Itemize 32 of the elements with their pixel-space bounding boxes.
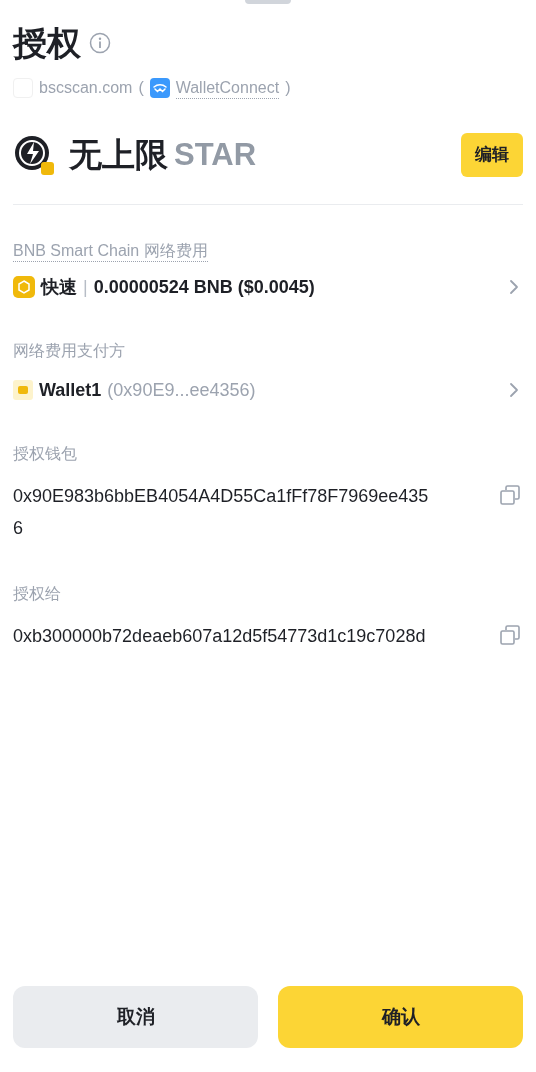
token-amount: 无上限 — [69, 135, 168, 175]
fee-value: 0.00000524 BNB ($0.0045) — [93, 275, 315, 299]
address-value: 0x90E983b6bbEB4054A4D55Ca1fFf78F7969ee4356 — [13, 484, 430, 540]
drag-handle[interactable] — [245, 0, 291, 4]
page-title: 授权 — [13, 26, 81, 60]
address-label: 授权给 — [13, 583, 62, 604]
address-label: 授权钱包 — [13, 443, 78, 464]
edit-button[interactable]: 编辑 — [461, 133, 523, 177]
token-logo-icon — [13, 133, 55, 176]
wallet-name: Wallet1 — [39, 378, 102, 402]
confirm-button[interactable]: 确认 — [278, 986, 523, 1048]
fee-row[interactable]: 快速 | 0.00000524 BNB ($0.0045) — [13, 273, 523, 301]
address-value: 0xb300000b72deaeb607a12d5f54773d1c19c7028d — [13, 624, 427, 648]
copy-icon[interactable] — [499, 623, 521, 646]
cancel-button[interactable]: 取消 — [13, 986, 258, 1048]
wallet-address: (0x90E9...ee4356) — [107, 378, 256, 402]
fee-speed: 快速 — [41, 275, 77, 299]
info-icon[interactable] — [89, 32, 111, 54]
payer-row[interactable]: Wallet1 (0x90E9...ee4356) — [13, 376, 523, 404]
payer-label: 网络费用支付方 — [13, 340, 126, 361]
fee-label: BNB Smart Chain 网络费用 — [13, 240, 208, 262]
site-domain: bscscan.com — [39, 78, 133, 98]
copy-icon[interactable] — [499, 483, 521, 506]
fee-separator: | — [83, 275, 88, 299]
open-paren: ( — [138, 78, 144, 98]
wallet-icon — [13, 380, 33, 400]
wave-logo-icon — [149, 78, 170, 98]
chevron-right-icon — [509, 279, 519, 295]
close-paren: ) — [285, 78, 291, 98]
cube-icon — [13, 276, 35, 298]
token-symbol: STAR — [174, 135, 257, 174]
chevron-right-icon — [509, 382, 519, 398]
